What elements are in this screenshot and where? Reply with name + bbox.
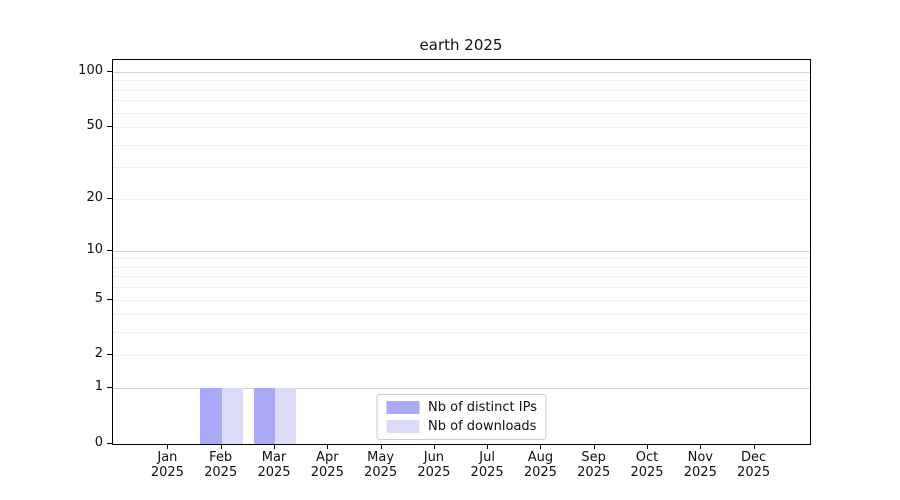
xtick-month: Feb [191,450,251,465]
ytick-mark-5 [107,299,112,300]
xtick-month: Jan [137,450,197,465]
xtick-month: May [351,450,411,465]
bar-downloads-mar [275,388,296,444]
xtick-month: Jun [404,450,464,465]
xtick-month: Nov [670,450,730,465]
ytick-mark-2 [107,354,112,355]
bar-distinct-ips-feb [200,388,221,444]
xtick-year: 2025 [670,465,730,480]
ytick-label-10: 10 [0,242,103,258]
xtick-month: Oct [617,450,677,465]
ytick-mark-100 [107,71,112,72]
gridline-y-30 [113,167,810,168]
chart-title: earth 2025 [112,36,810,54]
ytick-label-2: 2 [0,346,103,362]
xtick-label-apr: Apr2025 [297,450,357,480]
gridline-y-20 [113,199,810,200]
xtick-label-dec: Dec2025 [724,450,784,480]
gridline-y-70 [113,100,810,101]
legend: Nb of distinct IPs Nb of downloads [376,394,547,440]
gridline-y-5 [113,300,810,301]
ytick-label-20: 20 [0,190,103,206]
gridline-y-7 [113,276,810,277]
xtick-year: 2025 [244,465,304,480]
legend-label-distinct-ips: Nb of distinct IPs [428,400,537,415]
xtick-mark-jan [167,444,168,449]
gridline-y-10 [113,251,810,252]
ytick-label-5: 5 [0,291,103,307]
xtick-year: 2025 [191,465,251,480]
ytick-mark-20 [107,198,112,199]
xtick-mark-oct [647,444,648,449]
xtick-label-jul: Jul2025 [457,450,517,480]
xtick-mark-mar [274,444,275,449]
ytick-label-0: 0 [0,435,103,451]
xtick-year: 2025 [297,465,357,480]
gridline-y-60 [113,113,810,114]
xtick-label-feb: Feb2025 [191,450,251,480]
xtick-month: Sep [564,450,624,465]
figure: earth 2025 Nb of distinct IPs Nb of downl… [0,0,900,500]
ytick-mark-50 [107,126,112,127]
xtick-year: 2025 [510,465,570,480]
xtick-mark-may [381,444,382,449]
xtick-label-jan: Jan2025 [137,450,197,480]
xtick-year: 2025 [724,465,784,480]
xtick-label-sep: Sep2025 [564,450,624,480]
xtick-year: 2025 [617,465,677,480]
gridline-y-8 [113,267,810,268]
xtick-label-may: May2025 [351,450,411,480]
ytick-label-50: 50 [0,118,103,134]
gridline-y-4 [113,314,810,315]
xtick-mark-feb [221,444,222,449]
gridline-y-100 [113,72,810,73]
xtick-label-oct: Oct2025 [617,450,677,480]
gridline-y-50 [113,127,810,128]
xtick-label-aug: Aug2025 [510,450,570,480]
xtick-label-nov: Nov2025 [670,450,730,480]
xtick-mark-apr [327,444,328,449]
ytick-label-1: 1 [0,379,103,395]
xtick-month: Dec [724,450,784,465]
legend-label-downloads: Nb of downloads [428,419,536,434]
xtick-label-jun: Jun2025 [404,450,464,480]
xtick-mark-sep [594,444,595,449]
xtick-mark-jun [434,444,435,449]
gridline-y-9 [113,258,810,259]
xtick-month: Mar [244,450,304,465]
ytick-mark-10 [107,250,112,251]
xtick-month: Aug [510,450,570,465]
xtick-mark-jul [487,444,488,449]
gridline-y-80 [113,90,810,91]
ytick-label-100: 100 [0,63,103,79]
gridline-y-6 [113,287,810,288]
xtick-mark-aug [540,444,541,449]
gridline-y-3 [113,332,810,333]
gridline-y-90 [113,80,810,81]
xtick-year: 2025 [564,465,624,480]
xtick-year: 2025 [137,465,197,480]
ytick-mark-1 [107,387,112,388]
ytick-mark-0 [107,443,112,444]
xtick-year: 2025 [404,465,464,480]
xtick-label-mar: Mar2025 [244,450,304,480]
legend-swatch-distinct-ips [386,401,419,414]
xtick-year: 2025 [351,465,411,480]
gridline-y-40 [113,145,810,146]
bar-distinct-ips-mar [254,388,275,444]
xtick-month: Jul [457,450,517,465]
plot-area: Nb of distinct IPs Nb of downloads [112,59,811,445]
xtick-mark-nov [700,444,701,449]
legend-item-distinct-ips: Nb of distinct IPs [386,400,537,415]
xtick-mark-dec [754,444,755,449]
bar-downloads-feb [222,388,243,444]
xtick-month: Apr [297,450,357,465]
legend-swatch-downloads [386,420,419,433]
xtick-year: 2025 [457,465,517,480]
legend-item-downloads: Nb of downloads [386,419,537,434]
gridline-y-2 [113,355,810,356]
